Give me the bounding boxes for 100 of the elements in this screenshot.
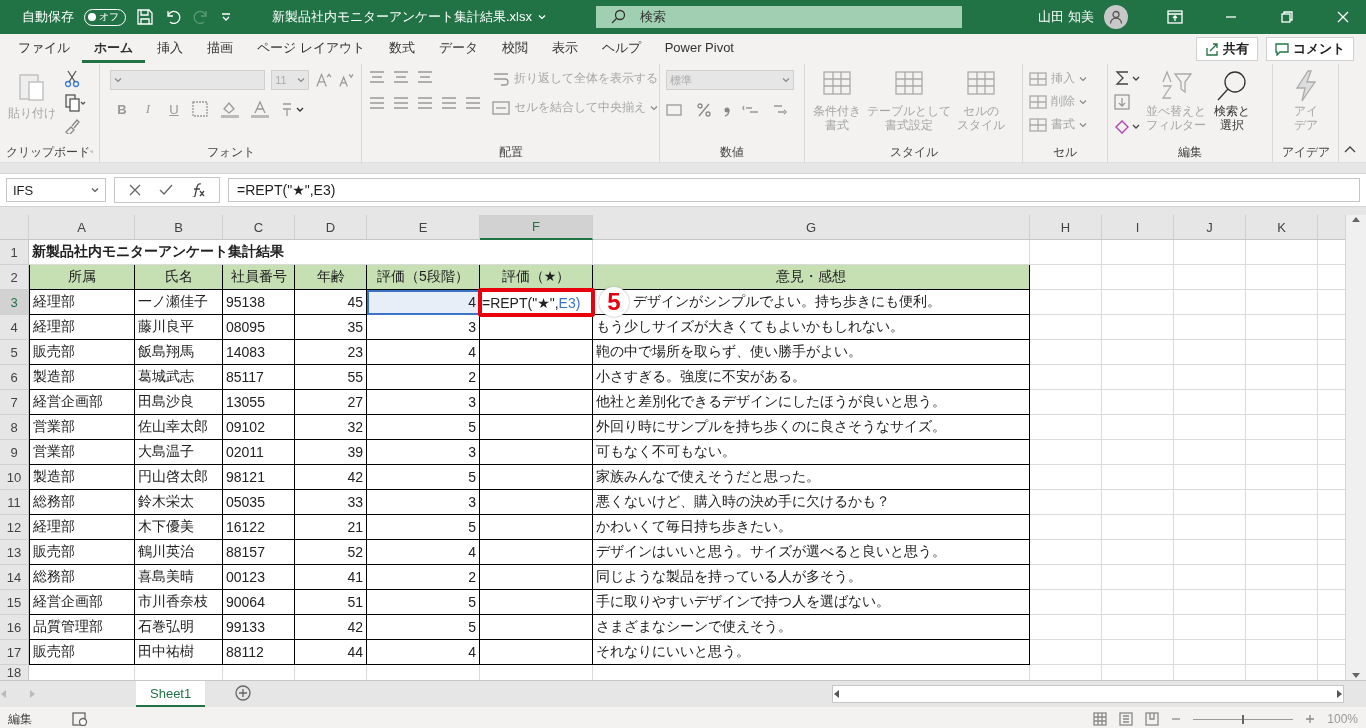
align-lines-icon[interactable] <box>392 70 410 84</box>
horizontal-scrollbar[interactable] <box>832 685 1344 703</box>
scissors-icon[interactable] <box>64 70 80 88</box>
avatar-icon[interactable] <box>1104 5 1128 29</box>
ribbon-tab[interactable]: 挿入 <box>145 35 195 63</box>
vertical-scrollbar[interactable] <box>1345 215 1366 680</box>
column-header[interactable]: J <box>1174 215 1246 240</box>
align-lines-icon[interactable] <box>392 96 410 110</box>
formula-field[interactable]: =REPT("★",E3) <box>228 178 1360 202</box>
column-header[interactable]: I <box>1102 215 1174 240</box>
row-header[interactable]: 3 <box>0 290 29 315</box>
ribbon-tab[interactable]: 描画 <box>195 35 245 63</box>
next-sheet-icon[interactable] <box>28 689 36 699</box>
row-header[interactable]: 1 <box>0 240 29 265</box>
row-header[interactable]: 4 <box>0 315 29 340</box>
align-lines-icon[interactable] <box>368 96 386 110</box>
scroll-up-icon[interactable] <box>1351 215 1361 223</box>
ribbon-tab[interactable]: ファイル <box>6 35 82 63</box>
column-header[interactable]: H <box>1030 215 1102 240</box>
ribbon-tab[interactable]: ヘルプ <box>589 35 653 63</box>
shrink-font-icon[interactable] <box>338 72 355 88</box>
copy-icon[interactable] <box>64 94 86 112</box>
column-header[interactable]: B <box>135 215 223 240</box>
ribbon-tab[interactable]: ページ レイアウト <box>245 35 377 63</box>
sheet-tab[interactable]: Sheet1 <box>136 681 206 707</box>
row-header[interactable]: 15 <box>0 590 29 615</box>
paintbrush-icon[interactable] <box>64 118 80 134</box>
search-field[interactable]: 検索 <box>596 6 962 28</box>
caret-icon[interactable] <box>782 77 790 83</box>
align-lines-icon[interactable] <box>416 96 434 110</box>
row-header[interactable]: 18 <box>0 665 29 680</box>
align-lines-icon[interactable] <box>464 96 482 110</box>
row-header[interactable]: 5 <box>0 340 29 365</box>
row-header[interactable]: 10 <box>0 465 29 490</box>
column-header[interactable]: C <box>223 215 295 240</box>
prev-sheet-icon[interactable] <box>0 689 8 699</box>
ribbon-tab[interactable]: 数式 <box>376 35 427 63</box>
ribbon-tab[interactable]: Power Pivot <box>652 35 746 63</box>
ribbon-tab[interactable]: 表示 <box>539 35 590 63</box>
page-layout-icon[interactable] <box>1119 712 1134 726</box>
launcher-icon[interactable] <box>90 148 93 156</box>
borders-icon[interactable] <box>192 101 210 117</box>
enter-icon[interactable] <box>159 184 173 196</box>
row-header[interactable]: 11 <box>0 490 29 515</box>
phonetic-icon[interactable] <box>280 101 304 117</box>
ribbon-tab[interactable]: 校閲 <box>489 35 540 63</box>
ribbon-button[interactable]: 検索と 選択 <box>1212 70 1252 142</box>
caret-icon[interactable] <box>114 77 122 83</box>
caret-icon[interactable] <box>91 187 99 193</box>
name-box[interactable]: IFS <box>6 178 106 202</box>
column-header[interactable]: G <box>593 215 1030 240</box>
scroll-left-icon[interactable] <box>833 689 841 699</box>
eraser-icon[interactable] <box>1114 118 1140 134</box>
macro-record-icon[interactable] <box>72 712 88 726</box>
page-break-icon[interactable] <box>1145 712 1160 726</box>
row-header[interactable]: 7 <box>0 390 29 415</box>
ribbon-display-icon[interactable] <box>1167 10 1183 24</box>
row-header[interactable]: 8 <box>0 415 29 440</box>
insert-function-icon[interactable] <box>191 183 205 197</box>
cancel-icon[interactable] <box>129 184 141 196</box>
column-header[interactable] <box>1318 215 1345 240</box>
align-lines-icon[interactable] <box>416 70 434 84</box>
share-button[interactable]: 共有 <box>1196 37 1258 61</box>
comment-button[interactable]: コメント <box>1266 37 1354 61</box>
close-icon[interactable] <box>1337 11 1349 23</box>
row-header[interactable]: 16 <box>0 615 29 640</box>
align-lines-icon[interactable] <box>440 96 458 110</box>
collapse-ribbon-icon[interactable] <box>1344 145 1356 153</box>
save-icon[interactable] <box>136 8 154 26</box>
font-color-icon[interactable] <box>250 100 270 118</box>
row-header[interactable]: 13 <box>0 540 29 565</box>
sum-icon[interactable] <box>1114 70 1140 86</box>
restore-icon[interactable] <box>1281 11 1293 23</box>
fill-color-icon[interactable] <box>220 100 240 118</box>
grow-font-icon[interactable] <box>315 72 333 88</box>
select-all-corner[interactable] <box>0 215 29 240</box>
row-header[interactable]: 2 <box>0 265 29 290</box>
row-header[interactable]: 14 <box>0 565 29 590</box>
row-header[interactable]: 9 <box>0 440 29 465</box>
align-lines-icon[interactable] <box>368 70 386 84</box>
column-header[interactable]: K <box>1246 215 1318 240</box>
row-header[interactable]: 12 <box>0 515 29 540</box>
row-header[interactable]: 6 <box>0 365 29 390</box>
ribbon-tab[interactable]: データ <box>426 35 490 63</box>
column-header[interactable]: D <box>295 215 367 240</box>
font-name-field[interactable] <box>110 70 266 90</box>
slider-thumb[interactable] <box>1242 714 1245 724</box>
scroll-right-icon[interactable] <box>1335 689 1343 699</box>
redo-icon[interactable] <box>192 8 210 26</box>
normal-view-icon[interactable] <box>1093 712 1108 726</box>
column-header[interactable]: E <box>367 215 480 240</box>
percent-icon[interactable] <box>696 102 712 118</box>
row-header[interactable]: 17 <box>0 640 29 665</box>
customize-icon[interactable] <box>220 11 232 23</box>
undo-icon[interactable] <box>164 8 182 26</box>
add-sheet-icon[interactable] <box>235 684 252 701</box>
caret-icon[interactable] <box>297 77 306 83</box>
editing-cell[interactable]: =REPT("★",E3) <box>478 288 595 317</box>
column-header[interactable]: A <box>29 215 135 240</box>
column-header[interactable]: F <box>480 215 593 240</box>
